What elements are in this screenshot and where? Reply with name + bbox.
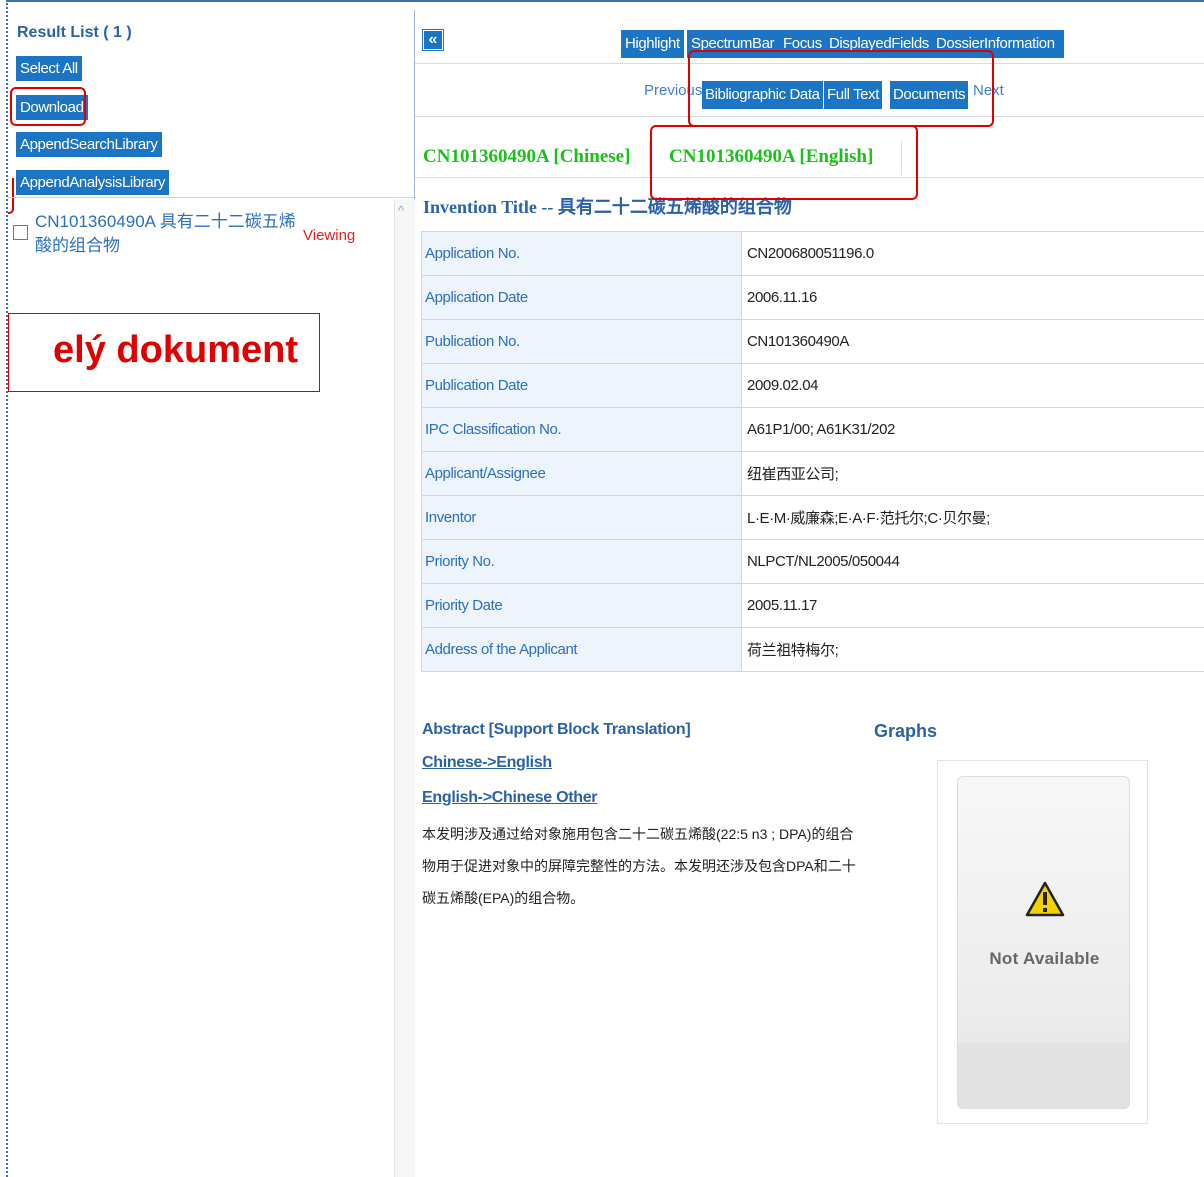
field-label: Priority No. xyxy=(421,539,742,584)
result-list-pane: Result List ( 1 ) Select All Download Ap… xyxy=(8,10,415,1177)
select-all-button[interactable]: Select All xyxy=(16,56,82,81)
field-label: Address of the Applicant xyxy=(421,627,742,672)
bibliographic-table: Application No. CN200680051196.0 Applicati… xyxy=(421,231,1204,672)
field-label: Publication No. xyxy=(421,319,742,364)
graph-placeholder-card: Not Available xyxy=(957,776,1130,1109)
field-value: NLPCT/NL2005/050044 xyxy=(741,539,1204,584)
table-row: Application Date 2006.11.16 xyxy=(421,275,1204,320)
graph-card-footer xyxy=(958,1043,1129,1108)
english-tab-highlight-annotation xyxy=(650,125,918,200)
table-row: Priority No. NLPCT/NL2005/050044 xyxy=(421,539,1204,584)
field-label: Applicant/Assignee xyxy=(421,451,742,496)
english-to-chinese-link-text[interactable]: English->Chinese xyxy=(422,789,552,806)
not-available-text: Not Available xyxy=(989,949,1100,968)
graphs-heading: Graphs xyxy=(874,721,938,741)
field-value: 荷兰祖特梅尔; xyxy=(741,627,1204,672)
result-list-title: Result List ( 1 ) xyxy=(17,24,132,41)
field-label: Priority Date xyxy=(421,583,742,628)
field-label: Inventor xyxy=(421,495,742,540)
graph-frame: Not Available xyxy=(937,760,1148,1124)
document-detail-pane: « Highlight SpectrumBar Focus DisplayedF… xyxy=(415,10,1204,1177)
field-value: A61P1/00; A61K31/202 xyxy=(741,407,1204,452)
table-row: Applicant/Assignee 纽崔西亚公司; xyxy=(421,451,1204,496)
field-value: 2005.11.17 xyxy=(741,583,1204,628)
frame-top-edge xyxy=(8,0,1204,10)
table-row: Inventor L·E·M·威廉森;E·A·F·范托尔;C·贝尔曼; xyxy=(421,495,1204,540)
append-search-library-button[interactable]: AppendSearchLibrary xyxy=(16,132,162,157)
result-item-link[interactable]: CN101360490A 具有二十二碳五烯酸的组合物 xyxy=(35,210,307,258)
chinese-to-english-link[interactable]: Chinese->English xyxy=(422,754,552,772)
double-chevron-left-icon[interactable]: « xyxy=(422,29,444,51)
table-row: IPC Classification No. A61P1/00; A61K31/2… xyxy=(421,407,1204,452)
other-link[interactable]: Other xyxy=(556,789,597,806)
field-value: CN101360490A xyxy=(741,319,1204,364)
result-list-scrollbar[interactable]: ^ xyxy=(394,199,415,1177)
table-row: Application No. CN200680051196.0 xyxy=(421,231,1204,276)
viewing-status: Viewing xyxy=(303,227,356,244)
tab-chinese[interactable]: CN101360490A [Chinese] xyxy=(423,146,630,168)
scroll-up-icon[interactable]: ^ xyxy=(398,203,404,218)
table-row: Priority Date 2005.11.17 xyxy=(421,583,1204,628)
field-label: IPC Classification No. xyxy=(421,407,742,452)
nav-buttons-highlight-annotation xyxy=(688,50,994,127)
abstract-text: 本发明涉及通过给对象施用包含二十二碳五烯酸(22:5 n3 ; DPA)的组合物… xyxy=(422,826,856,906)
field-value: L·E·M·威廉森;E·A·F·范托尔;C·贝尔曼; xyxy=(741,495,1204,540)
field-label: Application No. xyxy=(421,231,742,276)
english-to-chinese-link: English->Chinese Other xyxy=(422,789,598,807)
abstract-heading: Abstract [Support Block Translation] xyxy=(422,721,691,738)
highlight-button[interactable]: Highlight xyxy=(621,30,684,58)
result-checkbox[interactable] xyxy=(13,225,28,240)
table-row: Publication Date 2009.02.04 xyxy=(421,363,1204,408)
left-edge-annotation xyxy=(8,178,14,214)
download-highlight-annotation xyxy=(10,87,86,126)
left-divider xyxy=(8,197,414,198)
field-label: Application Date xyxy=(421,275,742,320)
frame-left-edge xyxy=(0,0,8,1177)
warning-icon xyxy=(1025,881,1065,917)
table-row: Address of the Applicant 荷兰祖特梅尔; xyxy=(421,627,1204,672)
table-row: Publication No. CN101360490A xyxy=(421,319,1204,364)
append-analysis-library-button[interactable]: AppendAnalysisLibrary xyxy=(16,170,170,195)
field-value: 纽崔西亚公司; xyxy=(741,451,1204,496)
czech-annotation-text: elý dokument xyxy=(53,329,298,371)
field-value: 2009.02.04 xyxy=(741,363,1204,408)
field-value: 2006.11.16 xyxy=(741,275,1204,320)
field-label: Publication Date xyxy=(421,363,742,408)
field-value: CN200680051196.0 xyxy=(741,231,1204,276)
